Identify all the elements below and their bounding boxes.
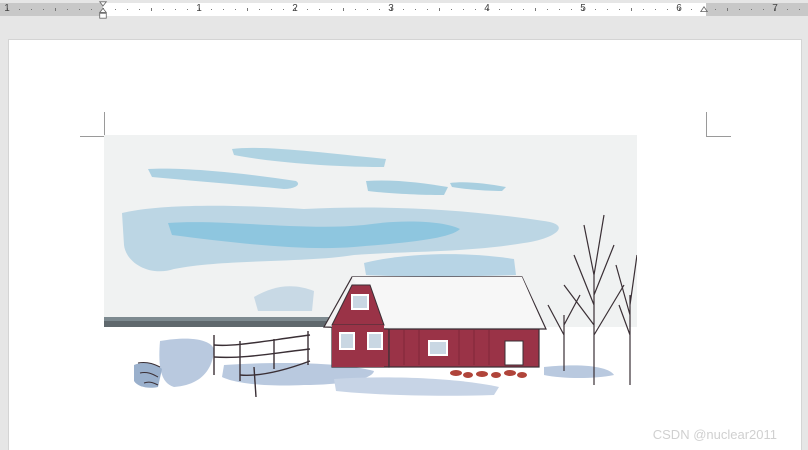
ruler-tick [523,9,524,10]
ruler-tick [691,9,692,10]
ruler-tick [763,9,764,10]
ruler-tick [91,9,92,10]
margin-corner-top-left [80,112,105,137]
ruler-tick [667,9,668,10]
ruler-tick [151,8,152,11]
ruler-tick [139,9,140,10]
ruler-tick [439,8,440,11]
ruler-tick [67,9,68,10]
ruler-tick [535,8,536,11]
ruler-tick [55,8,56,11]
ruler-number: 2 [292,3,298,14]
ruler-tick [463,9,464,10]
ruler-tick [787,9,788,10]
distant-treeline [104,317,334,327]
ruler-tick [403,9,404,10]
ruler-number: 7 [772,3,778,14]
ruler-number: 1 [196,3,202,14]
ruler-tick [415,9,416,10]
first-line-indent-marker[interactable] [98,1,108,19]
ruler-tick [631,8,632,11]
ruler-number: 1 [4,3,10,14]
ruler-tick [499,9,500,10]
winter-barn-picture[interactable] [104,135,637,402]
ruler-tick [475,9,476,10]
ruler-tick [19,9,20,10]
ruler-tick [79,9,80,10]
watermark-text: CSDN @nuclear2011 [652,427,777,442]
ruler-tick [343,8,344,11]
ruler-number: 4 [484,3,490,14]
ruler-tick [547,9,548,10]
horizontal-ruler[interactable]: 1 1 2 3 4 5 6 7 [0,0,808,22]
ruler-tick [247,8,248,11]
barn [322,276,547,368]
margin-corner-top-right [706,112,731,137]
ruler-tick [319,9,320,10]
ruler-tick [655,9,656,10]
ruler-tick [187,9,188,10]
ruler-tick [619,9,620,10]
ruler-tick [127,9,128,10]
ruler-text-area [103,3,706,16]
ruler-tick [727,8,728,11]
ruler-tick [739,9,740,10]
ruler-tick [307,9,308,10]
ruler-tick [607,9,608,10]
ruler-tick [331,9,332,10]
ruler-tick [115,9,116,10]
ruler-tick [799,9,800,10]
ruler-number: 6 [676,3,682,14]
ruler-tick [355,9,356,10]
ruler-tick [283,9,284,10]
ruler-tick [751,9,752,10]
ruler-tick [175,9,176,10]
ruler-tick [163,9,164,10]
ruler-tick [367,9,368,10]
ruler-tick [379,9,380,10]
ruler-tick [259,9,260,10]
ruler-tick [559,9,560,10]
ruler-tick [571,9,572,10]
ruler-tick [211,9,212,10]
ruler-tick [223,9,224,10]
ruler-tick [235,9,236,10]
right-indent-marker[interactable] [699,1,709,19]
ruler-tick [715,9,716,10]
ruler-number: 5 [580,3,586,14]
ruler-tick [451,9,452,10]
ruler-tick [31,9,32,10]
ruler-tick [43,9,44,10]
ruler-number: 3 [388,3,394,14]
ruler-tick [643,9,644,10]
document-page[interactable]: CSDN @nuclear2011 [9,40,801,450]
ruler-tick [427,9,428,10]
ruler-tick [271,9,272,10]
ruler-tick [595,9,596,10]
ruler-tick [511,9,512,10]
